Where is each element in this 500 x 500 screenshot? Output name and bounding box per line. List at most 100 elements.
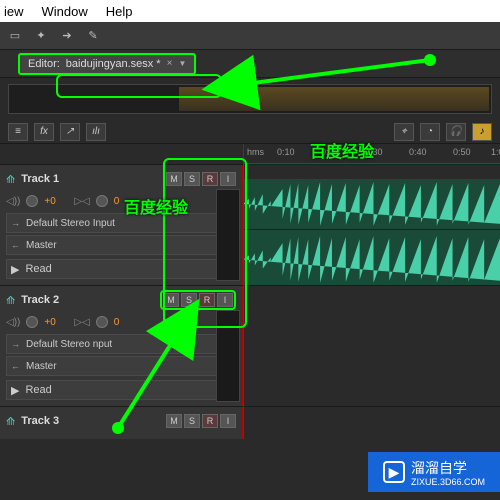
- menu-bar: iew Window Help: [0, 0, 500, 22]
- play-icon: ▶: [11, 384, 19, 397]
- eq-icon[interactable]: ılı: [86, 123, 106, 141]
- level-meter: [216, 189, 240, 281]
- menu-view[interactable]: iew: [4, 4, 24, 19]
- chevron-down-icon[interactable]: ▼: [178, 59, 186, 68]
- mute-button[interactable]: M: [163, 293, 179, 307]
- track-name-label[interactable]: Track 1: [21, 173, 59, 185]
- playhead-line[interactable]: [243, 144, 244, 439]
- monitor-button[interactable]: I: [217, 293, 233, 307]
- track-header-2: ⟰ Track 2 M S R I ◁)) +0 ▷◁ 0: [0, 286, 243, 406]
- input-arrow-icon: →: [11, 339, 20, 349]
- arrow-icon[interactable]: ➔: [58, 27, 76, 45]
- track-name-label[interactable]: Track 3: [21, 415, 59, 427]
- volume-row: ◁)) +0 ▷◁ 0: [6, 312, 236, 332]
- play-icon: ▶: [11, 263, 19, 276]
- overview-strip[interactable]: [8, 84, 492, 114]
- msr-group: M S R I: [166, 414, 236, 428]
- close-icon[interactable]: ×: [167, 58, 173, 69]
- input-label: Default Stereo nput: [26, 339, 211, 350]
- ruler-tick: 0:10: [277, 147, 295, 157]
- waveform-icon: ⟰: [6, 294, 15, 307]
- tool-icon-1[interactable]: ▭: [6, 27, 24, 45]
- output-label: Master: [26, 361, 231, 372]
- output-arrow-icon: ←: [11, 240, 20, 250]
- record-arm-button[interactable]: R: [202, 172, 218, 186]
- volume-row: ◁)) +0 ▷◁ 0: [6, 191, 236, 211]
- output-label: Master: [26, 240, 231, 251]
- ruler-tick: 0:40: [409, 147, 427, 157]
- marker-icon[interactable]: ◔: [420, 123, 440, 141]
- level-meter: [216, 310, 240, 402]
- mute-button[interactable]: M: [166, 414, 182, 428]
- watermark-brand: 溜溜自学: [411, 458, 485, 478]
- solo-button[interactable]: S: [181, 293, 197, 307]
- msr-group-highlighted: M S R I: [160, 290, 236, 310]
- metronome-icon[interactable]: ♪: [472, 123, 492, 141]
- monitor-button[interactable]: I: [220, 172, 236, 186]
- automation-label: Read: [25, 384, 51, 396]
- snap-icon[interactable]: ⌖: [394, 123, 414, 141]
- record-arm-button[interactable]: R: [199, 293, 215, 307]
- track-header-1: ⟰ Track 1 M S R I ◁)) +0 ▷◁ 0: [0, 165, 243, 285]
- watermark-badge: ▶ 溜溜自学 ZIXUE.3D66.COM: [368, 452, 500, 492]
- waveform-right: [243, 234, 500, 285]
- overview-clip-region: [179, 87, 489, 111]
- tracks-container: ⟰ Track 1 M S R I ◁)) +0 ▷◁ 0: [0, 144, 500, 439]
- volume-knob[interactable]: [26, 195, 38, 207]
- msr-group: M S R I: [166, 172, 236, 186]
- fx-button[interactable]: fx: [34, 123, 54, 141]
- waveform-left: [243, 179, 500, 230]
- tool-icon-2[interactable]: ✦: [32, 27, 50, 45]
- input-selector[interactable]: → Default Stereo Input: [6, 213, 236, 233]
- input-arrow-icon: →: [11, 218, 20, 228]
- solo-button[interactable]: S: [184, 414, 200, 428]
- automation-mode-selector[interactable]: ▶ Read: [6, 380, 236, 400]
- volume-knob[interactable]: [26, 316, 38, 328]
- top-toolbar: ▭ ✦ ➔ ✎: [0, 22, 500, 50]
- pan-knob[interactable]: [96, 195, 108, 207]
- menu-window[interactable]: Window: [42, 4, 88, 19]
- headphone-icon[interactable]: 🎧: [446, 123, 466, 141]
- track-lane-2[interactable]: [243, 286, 500, 406]
- track-row: ⟰ Track 2 M S R I ◁)) +0 ▷◁ 0: [0, 285, 500, 406]
- track-name-label[interactable]: Track 2: [21, 294, 59, 306]
- editor-session-tab[interactable]: Editor: baidujingyan.sesx * × ▼: [18, 53, 196, 75]
- automation-label: Read: [25, 263, 51, 275]
- output-selector[interactable]: ← Master: [6, 356, 236, 376]
- timeline-area: hms 0:10 0:20 0:30 0:40 0:50 1:00 glad y…: [0, 144, 500, 439]
- menu-help[interactable]: Help: [106, 4, 133, 19]
- waveform-icon: ⟰: [6, 173, 15, 186]
- volume-icon: ◁)): [6, 317, 20, 328]
- volume-icon: ◁)): [6, 196, 20, 207]
- editor-tab-bar: Editor: baidujingyan.sesx * × ▼: [0, 50, 500, 78]
- solo-button[interactable]: S: [184, 172, 200, 186]
- send-icon[interactable]: ↗: [60, 123, 80, 141]
- track-row: ⟰ Track 1 M S R I ◁)) +0 ▷◁ 0: [0, 164, 500, 285]
- track-lane-1[interactable]: [243, 165, 500, 285]
- record-arm-button[interactable]: R: [202, 414, 218, 428]
- audio-clip[interactable]: [243, 179, 500, 285]
- output-selector[interactable]: ← Master: [6, 235, 236, 255]
- mute-button[interactable]: M: [166, 172, 182, 186]
- time-ruler[interactable]: hms 0:10 0:20 0:30 0:40 0:50 1:00: [243, 144, 500, 164]
- track-lane-3[interactable]: [243, 407, 500, 439]
- editor-tab-prefix: Editor:: [28, 58, 60, 70]
- pencil-icon[interactable]: ✎: [84, 27, 102, 45]
- pan-icon: ▷◁: [74, 317, 89, 328]
- pan-value: 0: [114, 317, 138, 328]
- automation-mode-selector[interactable]: ▶ Read: [6, 259, 236, 279]
- track-header-3: ⟰ Track 3 M S R I: [0, 407, 243, 439]
- monitor-button[interactable]: I: [220, 414, 236, 428]
- output-arrow-icon: ←: [11, 361, 20, 371]
- pan-icon: ▷◁: [74, 196, 89, 207]
- ruler-tick: 0:20: [321, 147, 339, 157]
- ruler-tick: 0:50: [453, 147, 471, 157]
- watermark-url: ZIXUE.3D66.COM: [411, 478, 485, 487]
- input-selector[interactable]: → Default Stereo nput: [6, 334, 236, 354]
- ruler-tick: 0:30: [365, 147, 383, 157]
- track-row: ⟰ Track 3 M S R I: [0, 406, 500, 439]
- track-toggle-icon[interactable]: ≡: [8, 123, 28, 141]
- waveform-icon: ⟰: [6, 415, 15, 428]
- ruler-unit-label: hms: [247, 147, 264, 157]
- pan-knob[interactable]: [96, 316, 108, 328]
